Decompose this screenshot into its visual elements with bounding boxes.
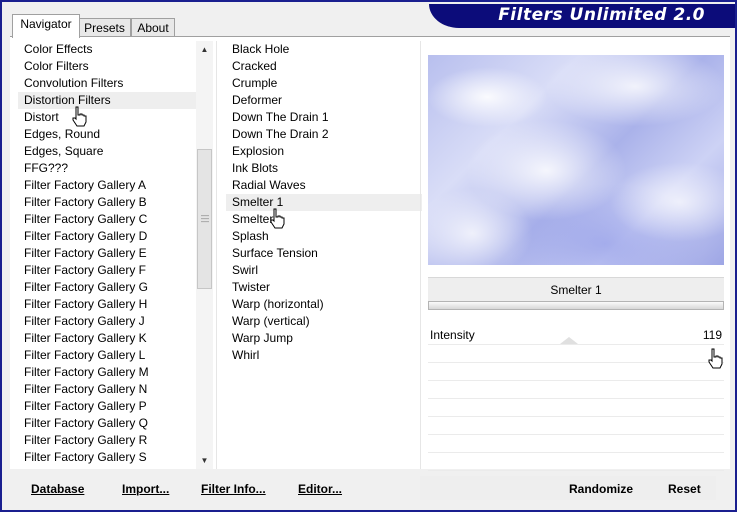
list-item[interactable]: Filter Factory Gallery F [18, 262, 196, 279]
category-scrollbar[interactable]: ▲ — — — ▼ [196, 41, 213, 469]
filter-list: Black Hole Cracked Crumple Deformer Down The… [226, 41, 422, 364]
list-item[interactable]: Warp (vertical) [226, 313, 422, 330]
param-header-bar [428, 301, 724, 310]
list-item[interactable]: Filter Factory Gallery L [18, 347, 196, 364]
param-row-empty [428, 381, 724, 399]
list-item[interactable]: Distort [18, 109, 196, 126]
list-item[interactable]: Crumple [226, 75, 422, 92]
list-item[interactable]: Down The Drain 2 [226, 126, 422, 143]
list-item[interactable]: Cracked [226, 58, 422, 75]
filters-unlimited-window: Filters Unlimited 2.0 Navigator Presets … [0, 0, 737, 512]
list-item[interactable]: Twister [226, 279, 422, 296]
list-item[interactable]: Filter Factory Gallery B [18, 194, 196, 211]
scroll-thumb[interactable]: — — — [197, 149, 212, 289]
app-title: Filters Unlimited 2.0 [498, 5, 705, 25]
list-item[interactable]: Explosion [226, 143, 422, 160]
param-row-empty [428, 399, 724, 417]
import-button[interactable]: Import... [122, 482, 169, 496]
list-item[interactable]: Smelter [226, 211, 422, 228]
grip-icon: — — — [201, 211, 209, 226]
title-banner: Filters Unlimited 2.0 [429, 4, 735, 28]
list-item[interactable]: Filter Factory Gallery N [18, 381, 196, 398]
editor-button[interactable]: Editor... [298, 482, 342, 496]
list-item[interactable]: Splash [226, 228, 422, 245]
list-item[interactable]: Filter Factory Gallery G [18, 279, 196, 296]
preview-image [428, 55, 724, 265]
param-row-empty [428, 363, 724, 381]
param-value: 119 [702, 328, 722, 342]
param-label: Intensity [430, 328, 475, 342]
list-item[interactable]: Filter Factory Gallery K [18, 330, 196, 347]
tab-about[interactable]: About [131, 18, 175, 37]
list-item[interactable]: Convolution Filters [18, 75, 196, 92]
list-item[interactable]: Down The Drain 1 [226, 109, 422, 126]
list-item[interactable]: Smelter 1 [226, 194, 422, 211]
param-row-intensity[interactable]: Intensity 119 [428, 327, 724, 345]
filter-name-label: Smelter 1 [428, 277, 724, 302]
list-item[interactable]: Whirl [226, 347, 422, 364]
hand-pointer-icon [708, 348, 723, 369]
list-item[interactable]: Filter Factory Gallery Q [18, 415, 196, 432]
list-item[interactable]: Filter Factory Gallery R [18, 432, 196, 449]
database-button[interactable]: Database [31, 482, 84, 496]
list-item[interactable]: Warp (horizontal) [226, 296, 422, 313]
list-item[interactable]: Color Effects [18, 41, 196, 58]
list-item[interactable]: Filter Factory Gallery H [18, 296, 196, 313]
hand-pointer-icon [270, 208, 285, 229]
list-item[interactable]: Deformer [226, 92, 422, 109]
list-item[interactable]: Swirl [226, 262, 422, 279]
list-item[interactable]: Edges, Round [18, 126, 196, 143]
list-item[interactable]: Filter Factory Gallery P [18, 398, 196, 415]
reset-button[interactable]: Reset [668, 482, 701, 496]
list-item[interactable]: Distortion Filters [18, 92, 196, 109]
filter-info-button[interactable]: Filter Info... [201, 482, 266, 496]
randomize-button[interactable]: Randomize [569, 482, 633, 496]
category-list: Color Effects Color Filters Convolution Fi… [18, 41, 196, 466]
slider-caret-icon[interactable] [560, 337, 578, 344]
list-item[interactable]: FFG??? [18, 160, 196, 177]
list-item[interactable]: Filter Factory Gallery S [18, 449, 196, 466]
param-row-empty [428, 435, 724, 453]
tab-navigator[interactable]: Navigator [12, 14, 80, 38]
divider [420, 41, 421, 469]
list-item[interactable]: Filter Factory Gallery C [18, 211, 196, 228]
list-item[interactable]: Surface Tension [226, 245, 422, 262]
list-item[interactable]: Radial Waves [226, 177, 422, 194]
list-item[interactable]: Filter Factory Gallery D [18, 228, 196, 245]
list-item[interactable]: Filter Factory Gallery E [18, 245, 196, 262]
list-item[interactable]: Filter Factory Gallery A [18, 177, 196, 194]
list-item[interactable]: Ink Blots [226, 160, 422, 177]
param-row-empty [428, 345, 724, 363]
list-item[interactable]: Filter Factory Gallery J [18, 313, 196, 330]
list-item[interactable]: Color Filters [18, 58, 196, 75]
param-row-empty [428, 453, 724, 471]
navigator-panel: Color Effects Color Filters Convolution Fi… [10, 36, 730, 471]
list-item[interactable]: Black Hole [226, 41, 422, 58]
parameter-list: Intensity 119 [428, 327, 724, 471]
list-item[interactable]: Warp Jump [226, 330, 422, 347]
list-item[interactable]: Edges, Square [18, 143, 196, 160]
param-row-empty [428, 417, 724, 435]
arrow-down-icon[interactable]: ▼ [196, 452, 213, 469]
hand-pointer-icon [72, 106, 87, 127]
arrow-up-icon[interactable]: ▲ [196, 41, 213, 58]
tab-presets[interactable]: Presets [78, 18, 131, 37]
list-item[interactable]: Filter Factory Gallery M [18, 364, 196, 381]
divider [216, 41, 217, 469]
